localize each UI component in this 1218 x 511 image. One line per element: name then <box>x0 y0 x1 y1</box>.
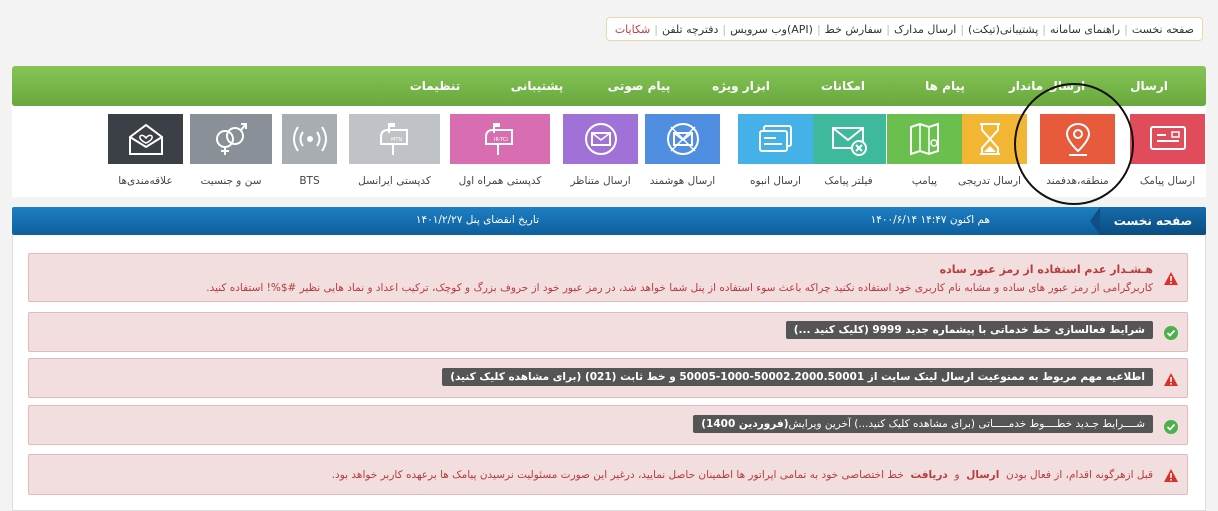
alert-text[interactable]: اطلاعیه مهم مربوط به ممنوعیت ارسال لینک … <box>442 368 1153 386</box>
menu-special-tools[interactable]: ابزار ویژه <box>690 79 792 93</box>
menu-support[interactable]: پشتیبانی <box>486 79 588 93</box>
tile-bg <box>811 114 886 164</box>
menu-send[interactable]: ارسال <box>1098 79 1200 93</box>
page-title: صفحه نخست <box>1090 207 1206 235</box>
tile-send-sms[interactable]: ارسال پیامک <box>1130 114 1205 197</box>
menu-settings[interactable]: تنظیمات <box>384 79 486 93</box>
toplink-order-line[interactable]: سفارش خط <box>821 23 887 36</box>
tile-bulk-send[interactable]: ارسال انبوه <box>738 114 813 197</box>
smart-mail-icon <box>666 123 699 155</box>
alert-operator-check: قبل ازهرگونه اقدام، از فعال بودن ارسال و… <box>28 454 1188 495</box>
tile-bg: IR-TCI <box>450 114 550 164</box>
main-menu: ارسال ارسال ماندار پیام ها امکانات ابزار… <box>12 66 1206 106</box>
gender-icon <box>216 123 247 155</box>
toplink-documents[interactable]: ارسال مدارک <box>890 23 960 36</box>
tile-bts[interactable]: BTS <box>282 114 337 197</box>
tile-label: ارسال پیامک <box>1139 174 1196 187</box>
tile-bg <box>563 114 638 164</box>
toplink-webservice[interactable]: وب سرویس(API) <box>726 23 817 36</box>
alert-service-line[interactable]: شرایط فعالسازی خط خدماتی با پیشماره جدید… <box>28 312 1188 352</box>
tile-label: فیلتر پیامک <box>824 174 873 187</box>
tile-bg <box>282 114 337 164</box>
check-icon <box>1164 326 1178 340</box>
current-datetime: هم اکنون ۱۴:۴۷ ۱۴۰۰/۶/۱۴ <box>870 214 990 226</box>
tile-postal-irancell[interactable]: MTN کدپستی ایرانسل <box>349 114 440 197</box>
tile-age-gender[interactable]: سن و جنسیت <box>190 114 272 197</box>
alert-new-terms[interactable]: شــــرایط جـدید خطــــوط خدمـــــاتی (بر… <box>28 405 1188 445</box>
top-links-bar: صفحه نخست | راهنمای سامانه | پشتیبانی(تیکت… <box>605 17 1203 41</box>
alert-text: کاربرگرامی از رمز عبور های ساده و مشابه … <box>206 282 1153 294</box>
tile-bg: MTN <box>349 114 440 164</box>
tile-label: ارسال هوشمند <box>649 174 716 187</box>
alert-text[interactable]: شرایط فعالسازی خط خدماتی با پیشماره جدید… <box>785 321 1153 339</box>
bulk-card-icon <box>758 125 792 152</box>
tile-label: ارسال تدریجی <box>958 174 1021 187</box>
mailbox-tag-mtn: MTN <box>391 137 402 143</box>
toplink-guide[interactable]: راهنمای سامانه <box>1046 23 1124 36</box>
tile-matched-send[interactable]: ارسال متناظر <box>563 114 638 197</box>
alert-weak-password: هـشـدار عدم استفاده از رمز عبور ساده کار… <box>28 253 1188 302</box>
tile-label: پیامپ <box>911 174 938 187</box>
warning-icon <box>1164 373 1178 386</box>
tile-postal-mci[interactable]: IR-TCI کدپستی همراه اول <box>450 114 550 197</box>
tile-bg <box>738 114 813 164</box>
hourglass-icon <box>979 123 1000 155</box>
tile-map-sms[interactable]: پیامپ <box>887 114 962 197</box>
tile-bg <box>645 114 720 164</box>
heart-mail-icon <box>128 123 163 155</box>
warning-icon <box>1164 272 1178 285</box>
tile-bg <box>887 114 962 164</box>
check-icon <box>1164 420 1178 434</box>
tile-label: کدپستی ایرانسل <box>358 174 431 187</box>
panel-expiry: تاریخ انقضای پنل ۱۴۰۱/۲/۲۷ <box>415 214 539 226</box>
map-pin-icon <box>909 122 939 156</box>
antenna-icon <box>292 126 327 152</box>
warning-icon <box>1164 469 1178 482</box>
menu-voice-message[interactable]: پیام صوتی <box>588 79 690 93</box>
mailbox-mtn-icon: MTN <box>379 123 408 155</box>
highlight-circle <box>1014 83 1134 205</box>
tile-smart-send[interactable]: ارسال هوشمند <box>645 114 720 197</box>
mailbox-tag-mci: IR-TCI <box>494 137 508 143</box>
info-bar: صفحه نخست هم اکنون ۱۴:۴۷ ۱۴۰۰/۶/۱۴ تاریخ… <box>12 207 1206 235</box>
alert-link-ban[interactable]: اطلاعیه مهم مربوط به ممنوعیت ارسال لینک … <box>28 358 1188 398</box>
toplink-phonebook[interactable]: دفترچه تلفن <box>658 23 722 36</box>
content-panel: هـشـدار عدم استفاده از رمز عبور ساده کار… <box>12 235 1206 511</box>
tile-interests[interactable]: علاقه‌مندی‌ها <box>108 114 183 197</box>
toplink-home[interactable]: صفحه نخست <box>1128 23 1198 36</box>
mailbox-mci-icon: IR-TCI <box>485 123 513 155</box>
menu-messages[interactable]: پیام ها <box>894 79 996 93</box>
tile-label: کدپستی همراه اول <box>458 174 542 187</box>
sms-card-icon <box>1149 126 1186 150</box>
alert-text: قبل ازهرگونه اقدام، از فعال بودن ارسال و… <box>331 469 1153 481</box>
menu-features[interactable]: امکانات <box>792 79 894 93</box>
toplink-ticket[interactable]: پشتیبانی(تیکت) <box>964 23 1042 36</box>
tile-bg <box>108 114 183 164</box>
alert-title: هـشـدار عدم استفاده از رمز عبور ساده <box>939 263 1153 276</box>
tile-label: BTS <box>299 174 320 187</box>
tile-label: علاقه‌مندی‌ها <box>118 174 173 187</box>
tile-label: ارسال متناظر <box>570 174 631 187</box>
mail-blocked-icon <box>831 127 867 156</box>
tile-sms-filter[interactable]: فیلتر پیامک <box>811 114 886 197</box>
alert-text[interactable]: شــــرایط جـدید خطــــوط خدمـــــاتی (بر… <box>693 415 1153 433</box>
tile-label: ارسال انبوه <box>750 174 801 187</box>
tile-bg <box>190 114 272 164</box>
tile-label: سن و جنسیت <box>200 174 262 187</box>
toplink-complaints[interactable]: شکایات <box>611 23 654 36</box>
tile-bg <box>1130 114 1205 164</box>
envelope-icon <box>584 123 617 155</box>
